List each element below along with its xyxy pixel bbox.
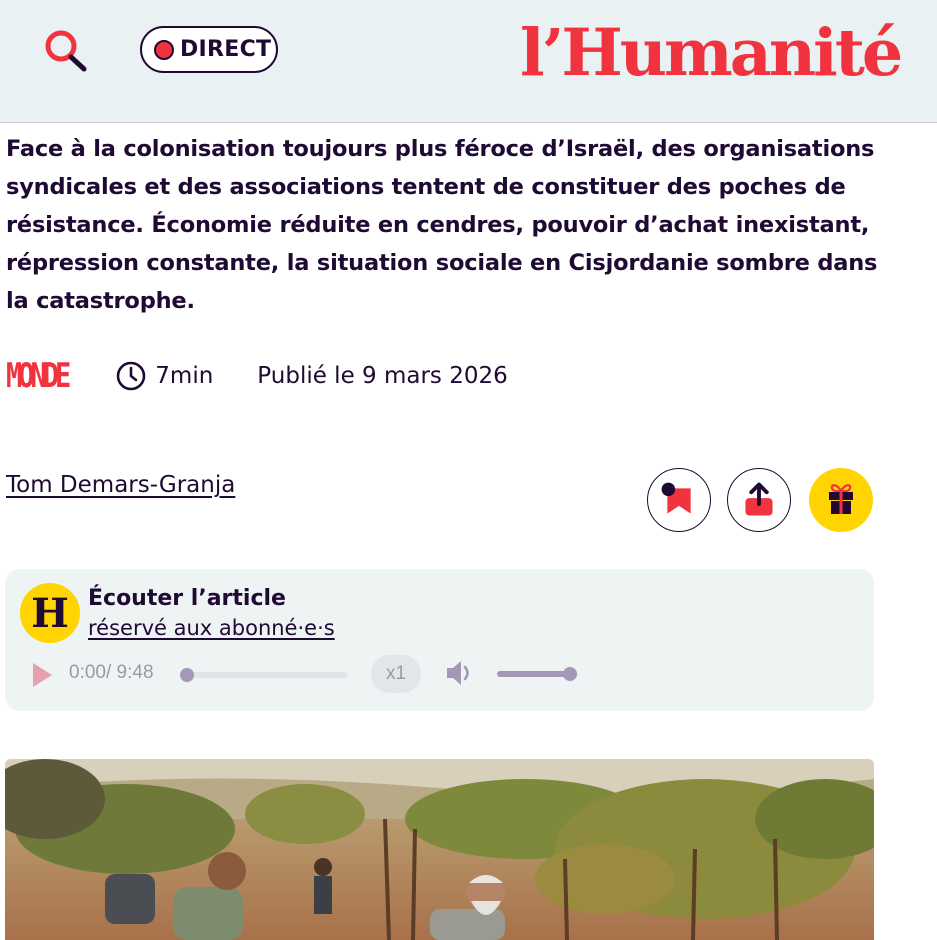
publish-date: Publié le 9 mars 2026 — [257, 363, 508, 389]
play-icon[interactable] — [30, 661, 54, 689]
article-lead: Face à la colonisation toujours plus fér… — [6, 136, 878, 314]
bookmark-icon — [661, 482, 691, 514]
share-icon — [745, 482, 773, 516]
playback-time: 0:00/ 9:48 — [69, 662, 154, 683]
bookmark-button[interactable] — [647, 468, 711, 532]
gift-button[interactable] — [809, 468, 873, 532]
subscribers-only-link[interactable]: réservé aux abonné·e·s — [88, 616, 335, 640]
search-icon — [45, 30, 87, 72]
player-title: Écouter l’article — [88, 586, 286, 611]
volume-icon[interactable] — [443, 656, 477, 690]
direct-button[interactable]: DIRECT — [140, 26, 278, 73]
search-button[interactable] — [40, 26, 90, 74]
section-link[interactable]: MONDE — [6, 357, 71, 396]
progress-track — [186, 672, 348, 678]
read-time: 7min — [155, 363, 214, 389]
site-header: DIRECT l’Humanité — [0, 0, 937, 123]
volume-slider[interactable] — [497, 667, 577, 681]
audio-player: H Écouter l’article réservé aux abonné·e… — [5, 569, 874, 711]
site-logo[interactable]: l’Humanité — [520, 8, 903, 98]
article-photo — [5, 759, 874, 940]
article-meta: MONDE 7min Publié le 9 mars 2026 — [6, 356, 508, 396]
direct-label: DIRECT — [180, 37, 272, 62]
gift-icon — [829, 484, 853, 514]
player-logo: H — [20, 583, 80, 643]
share-button[interactable] — [727, 468, 791, 532]
progress-slider[interactable] — [180, 668, 348, 682]
live-dot-icon — [154, 39, 174, 60]
speed-button[interactable]: x1 — [371, 655, 421, 693]
clock-icon — [116, 361, 146, 391]
volume-handle[interactable] — [563, 667, 577, 681]
progress-handle[interactable] — [180, 668, 194, 682]
author-link[interactable]: Tom Demars-Granja — [6, 472, 235, 498]
